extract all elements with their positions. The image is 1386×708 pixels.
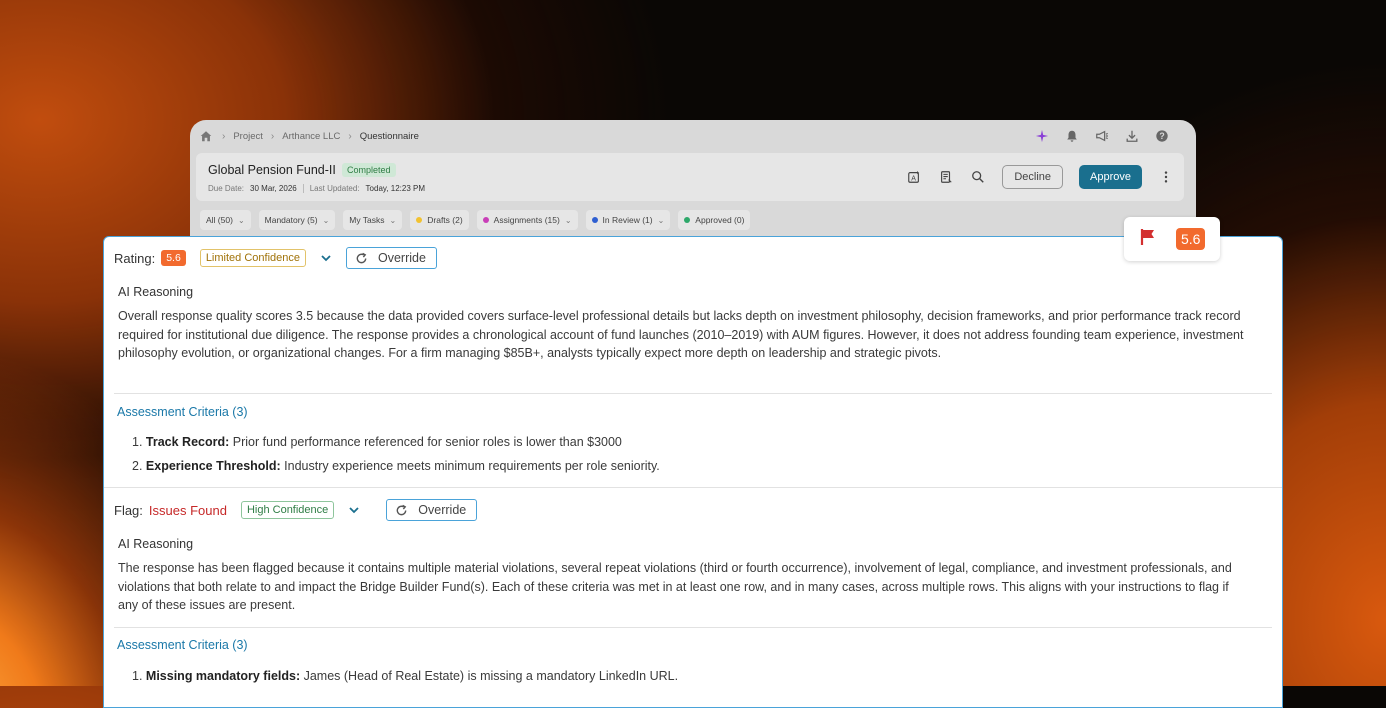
filter-drafts[interactable]: Drafts (2) <box>410 210 469 230</box>
confidence-badge: Limited Confidence <box>199 249 306 267</box>
header-actions: A Decline Approve <box>906 165 1174 189</box>
megaphone-icon[interactable] <box>1094 128 1110 144</box>
flag-label: Flag: <box>114 502 143 518</box>
criteria-title: Experience Threshold: <box>145 459 281 473</box>
criteria-item: 1. Track Record: Prior fund performance … <box>132 435 622 449</box>
chevron-right-icon: › <box>222 130 226 142</box>
page-title: Global Pension Fund-II <box>208 163 336 177</box>
download-icon[interactable] <box>1124 128 1140 144</box>
top-icons: ? <box>1034 128 1170 144</box>
filter-approved[interactable]: Approved (0) <box>678 210 751 230</box>
criteria-title: Missing mandatory fields: <box>145 669 301 683</box>
filter-label: All (50) <box>206 215 233 225</box>
due-date-value: 30 Mar, 2026 <box>250 184 297 193</box>
criteria-number: 1. <box>132 435 143 449</box>
chevron-down-icon: ⌄ <box>657 215 665 225</box>
breadcrumb: › Project › Arthance LLC › Questionnaire <box>198 128 419 144</box>
chevron-down-icon: ⌄ <box>322 215 330 225</box>
chevron-down-icon: ⌄ <box>389 215 397 225</box>
ai-reasoning-heading: AI Reasoning <box>118 285 194 299</box>
status-dot-icon <box>416 217 423 223</box>
filter-label: My Tasks <box>349 215 385 225</box>
last-updated-label: Last Updated: <box>309 184 360 193</box>
meta-divider <box>302 184 304 193</box>
override-label: Override <box>418 503 467 517</box>
decline-button[interactable]: Decline <box>1002 165 1064 189</box>
rating-label: Rating: <box>114 250 156 266</box>
filter-mandatory[interactable]: Mandatory (5) ⌄ <box>258 210 336 230</box>
flag-row: Flag: Issues Found High Confidence Overr… <box>114 499 478 521</box>
refresh-icon <box>396 504 407 515</box>
refresh-icon <box>356 252 367 263</box>
ai-reasoning-heading: AI Reasoning <box>118 537 194 551</box>
filter-label: Mandatory (5) <box>264 215 318 225</box>
section-divider <box>104 487 1282 488</box>
top-bar: › Project › Arthance LLC › Questionnaire… <box>190 120 1196 152</box>
flag-status: Issues Found <box>148 502 227 518</box>
chevron-down-icon[interactable] <box>320 252 332 264</box>
criteria-text: Industry experience meets minimum requir… <box>284 459 660 473</box>
filter-label: In Review (1) <box>602 215 653 225</box>
ai-reasoning-text: Overall response quality scores 3.5 beca… <box>118 309 1244 360</box>
rating-row: Rating: 5.6 Limited Confidence Override <box>114 247 437 269</box>
filter-all[interactable]: All (50) ⌄ <box>200 210 251 230</box>
divider <box>114 393 1272 394</box>
chevron-down-icon[interactable] <box>348 504 360 516</box>
criteria-item: 1. Missing mandatory fields: James (Head… <box>132 669 678 683</box>
chevron-down-icon: ⌄ <box>564 215 572 225</box>
status-dot-icon <box>591 217 598 223</box>
breadcrumb-item-company[interactable]: Arthance LLC <box>282 131 340 142</box>
criteria-item: 2. Experience Threshold: Industry experi… <box>132 459 660 473</box>
override-label: Override <box>377 251 426 265</box>
fund-meta: Due Date: 30 Mar, 2026 Last Updated: Tod… <box>208 184 425 193</box>
floating-score-badge: 5.6 <box>1176 228 1206 250</box>
assessment-panel: Rating: 5.6 Limited Confidence Override … <box>103 236 1283 708</box>
divider <box>114 627 1272 628</box>
criteria-text: James (Head of Real Estate) is missing a… <box>303 669 679 683</box>
flag-override-button[interactable]: Override <box>386 499 478 521</box>
criteria-number: 1. <box>132 669 143 683</box>
rating-override-button[interactable]: Override <box>345 247 437 269</box>
chevron-right-icon: › <box>348 130 352 142</box>
ai-reasoning-text: The response has been flagged because it… <box>118 561 1232 612</box>
criteria-number: 2. <box>132 459 143 473</box>
help-icon[interactable]: ? <box>1154 128 1170 144</box>
filter-my-tasks[interactable]: My Tasks ⌄ <box>343 210 403 230</box>
filter-in-review[interactable]: In Review (1) ⌄ <box>585 210 671 230</box>
assessment-criteria-heading[interactable]: Assessment Criteria (3) <box>117 405 248 419</box>
status-badge: Completed <box>342 163 396 177</box>
confidence-badge: High Confidence <box>240 501 335 519</box>
translate-icon[interactable]: A <box>906 169 922 185</box>
assessment-criteria-heading[interactable]: Assessment Criteria (3) <box>117 638 248 652</box>
breadcrumb-item-current: Questionnaire <box>359 130 419 142</box>
filter-label: Assignments (15) <box>493 215 560 225</box>
filter-bar: All (50) ⌄ Mandatory (5) ⌄ My Tasks ⌄ Draft… <box>200 210 751 230</box>
search-icon[interactable] <box>970 169 986 185</box>
status-dot-icon <box>482 217 489 223</box>
filter-label: Drafts (2) <box>427 215 463 225</box>
flag-score-card[interactable]: 5.6 <box>1124 217 1220 261</box>
document-icon[interactable] <box>938 169 954 185</box>
flag-icon <box>1138 227 1158 252</box>
filter-label: Approved (0) <box>695 215 745 225</box>
approve-button[interactable]: Approve <box>1079 165 1142 189</box>
criteria-title: Track Record: <box>145 435 230 449</box>
breadcrumb-item-project[interactable]: Project <box>233 131 263 142</box>
fund-header: Global Pension Fund-II Completed Due Dat… <box>196 153 1184 201</box>
svg-text:A: A <box>912 176 917 183</box>
criteria-text: Prior fund performance referenced for se… <box>232 435 622 449</box>
rating-score-badge: 5.6 <box>161 250 186 266</box>
home-icon[interactable] <box>198 128 214 144</box>
chevron-right-icon: › <box>270 130 275 142</box>
sparkle-icon[interactable] <box>1034 128 1050 144</box>
chevron-down-icon: ⌄ <box>237 215 245 225</box>
more-vertical-icon[interactable] <box>1158 169 1174 185</box>
due-date-label: Due Date: <box>208 184 245 193</box>
filter-assignments[interactable]: Assignments (15) ⌄ <box>476 210 578 230</box>
last-updated-value: Today, 12:23 PM <box>365 184 425 193</box>
bell-icon[interactable] <box>1064 128 1080 144</box>
svg-text:?: ? <box>1159 131 1164 141</box>
status-dot-icon <box>684 217 691 223</box>
